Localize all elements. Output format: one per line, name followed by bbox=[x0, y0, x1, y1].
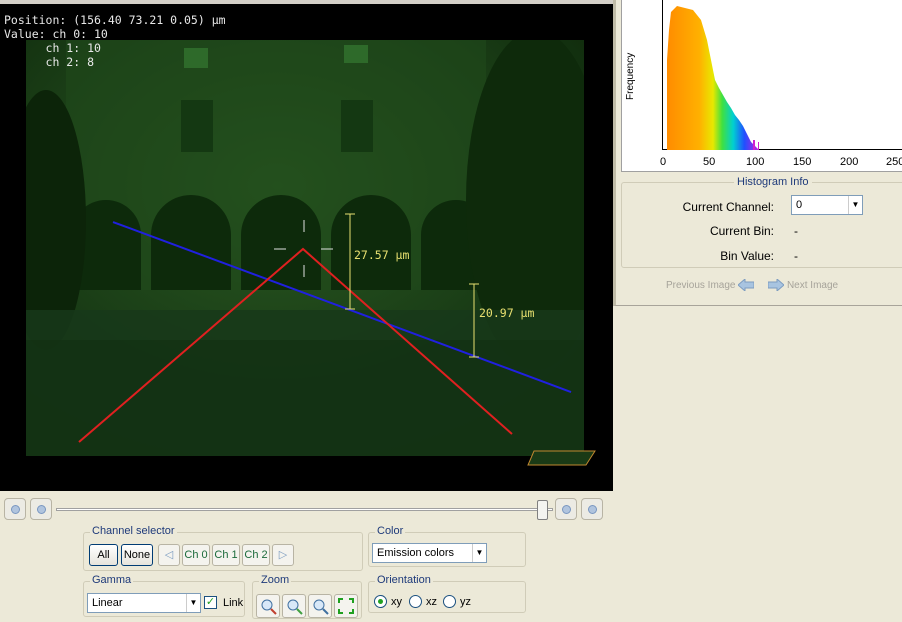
chevron-left-icon: ◁ bbox=[164, 549, 174, 561]
histogram-chart: Frequency 0 50 100 150 200 250 bbox=[621, 0, 902, 172]
histogram-tick: 0 bbox=[660, 156, 667, 168]
first-slice-button[interactable] bbox=[30, 498, 52, 520]
current-channel-value: 0 bbox=[796, 199, 803, 211]
play-icon bbox=[588, 505, 597, 514]
histogram-tick: 150 bbox=[793, 156, 812, 168]
next-image-label: Next Image bbox=[786, 279, 839, 291]
current-channel-select[interactable]: 0 ▼ bbox=[791, 195, 863, 215]
arrow-left-icon bbox=[738, 279, 755, 291]
zoom-fit-icon bbox=[338, 598, 354, 614]
histogram-info-group: Histogram Info Current Channel: 0 ▼ Curr… bbox=[621, 176, 902, 268]
value-ch2-readout: ch 2: 8 bbox=[4, 55, 95, 69]
gamma-select[interactable]: Linear ▼ bbox=[87, 593, 201, 613]
last-slice-button[interactable] bbox=[555, 498, 577, 520]
histogram-bars bbox=[667, 6, 759, 150]
dot-icon bbox=[11, 505, 20, 514]
orientation-xy-label: xy bbox=[391, 596, 402, 608]
histogram-panel: Frequency 0 50 100 150 200 250 Histogram… bbox=[613, 0, 902, 306]
histogram-tick: 250 bbox=[886, 156, 902, 168]
next-channel-button[interactable]: ▷ bbox=[272, 544, 294, 566]
all-channels-button[interactable]: All bbox=[89, 544, 118, 566]
play-button[interactable] bbox=[581, 498, 603, 520]
zoom-group: Zoom bbox=[252, 574, 362, 619]
previous-image-label: Previous Image bbox=[666, 279, 736, 291]
orientation-xz-radio[interactable] bbox=[409, 595, 422, 608]
current-bin-value: - bbox=[794, 224, 798, 238]
current-channel-label: Current Channel: bbox=[682, 200, 774, 214]
histogram-tick: 200 bbox=[840, 156, 859, 168]
chevron-down-icon: ▼ bbox=[186, 594, 200, 612]
skip-back-icon bbox=[37, 505, 46, 514]
value-readout: Value: ch 0: 10 bbox=[4, 27, 108, 41]
bin-value-value: - bbox=[794, 249, 798, 263]
zoom-in-icon bbox=[287, 599, 303, 615]
histogram-tick: 100 bbox=[746, 156, 765, 168]
orientation-yz-label: yz bbox=[460, 596, 471, 608]
orientation-group: Orientation xy xz yz bbox=[368, 574, 526, 613]
zoom-out-icon bbox=[261, 599, 277, 615]
pixel-info-overlay: Position: (156.40 73.21 0.05) µm Value: c… bbox=[4, 13, 226, 69]
next-image-button[interactable]: Next Image bbox=[768, 279, 839, 291]
chevron-down-icon: ▼ bbox=[472, 544, 486, 562]
histogram-plot-area bbox=[662, 0, 902, 150]
chevron-down-icon: ▼ bbox=[848, 196, 862, 214]
value-ch1-readout: ch 1: 10 bbox=[4, 41, 101, 55]
chevron-right-icon: ▷ bbox=[278, 549, 288, 561]
gamma-group: Gamma Linear ▼ ✓ Link bbox=[83, 574, 245, 617]
channel-selector-title: Channel selector bbox=[90, 525, 177, 537]
color-group: Color Emission colors ▼ bbox=[368, 525, 526, 567]
orientation-xz-label: xz bbox=[426, 596, 437, 608]
color-title: Color bbox=[375, 525, 406, 537]
color-mode-select[interactable]: Emission colors ▼ bbox=[372, 543, 487, 563]
channel-2-button[interactable]: Ch 2 bbox=[242, 544, 270, 566]
measurement-label: 20.97 µm bbox=[479, 306, 535, 320]
zoom-out-button[interactable] bbox=[256, 594, 280, 618]
channel-1-button[interactable]: Ch 1 bbox=[212, 544, 240, 566]
zoom-fit-button[interactable] bbox=[334, 594, 358, 618]
zoom-in-button[interactable] bbox=[282, 594, 306, 618]
gamma-title: Gamma bbox=[90, 574, 134, 586]
arrow-right-icon bbox=[768, 279, 785, 291]
skip-forward-icon bbox=[562, 505, 571, 514]
histogram-tick: 50 bbox=[703, 156, 716, 168]
image-viewer[interactable]: 27.57 µm 20.97 µm Position: (156.40 73.2… bbox=[0, 0, 613, 491]
color-mode-value: Emission colors bbox=[377, 547, 455, 559]
zoom-reset-icon bbox=[313, 599, 329, 615]
measurement-label: 27.57 µm bbox=[354, 248, 410, 262]
orientation-title: Orientation bbox=[375, 574, 433, 586]
slice-slider-row bbox=[0, 498, 613, 520]
link-label: Link bbox=[223, 597, 244, 609]
zoom-title: Zoom bbox=[259, 574, 292, 586]
gamma-value: Linear bbox=[92, 597, 123, 609]
link-checkbox[interactable]: ✓ bbox=[204, 596, 217, 609]
position-readout: Position: (156.40 73.21 0.05) µm bbox=[4, 13, 226, 27]
slice-slider-thumb[interactable] bbox=[537, 500, 549, 520]
navigator-thumbnail bbox=[527, 450, 596, 466]
channel-0-button[interactable]: Ch 0 bbox=[182, 544, 210, 566]
no-channels-button[interactable]: None bbox=[121, 544, 153, 566]
measurement-overlay[interactable] bbox=[0, 4, 613, 491]
histogram-info-title: Histogram Info bbox=[734, 176, 812, 188]
settings-button[interactable] bbox=[4, 498, 26, 520]
bin-value-label: Bin Value: bbox=[720, 249, 774, 263]
orientation-yz-radio[interactable] bbox=[443, 595, 456, 608]
histogram-ylabel: Frequency bbox=[625, 52, 636, 100]
slice-slider[interactable] bbox=[56, 508, 553, 511]
zoom-reset-button[interactable] bbox=[308, 594, 332, 618]
prev-channel-button[interactable]: ◁ bbox=[158, 544, 180, 566]
orientation-xy-radio[interactable] bbox=[374, 595, 387, 608]
previous-image-button[interactable]: Previous Image bbox=[666, 279, 757, 291]
channel-selector-group: Channel selector All None ◁ Ch 0 Ch 1 Ch… bbox=[83, 525, 363, 571]
image-navigation: Previous Image Next Image bbox=[666, 279, 902, 291]
current-bin-label: Current Bin: bbox=[709, 224, 774, 238]
